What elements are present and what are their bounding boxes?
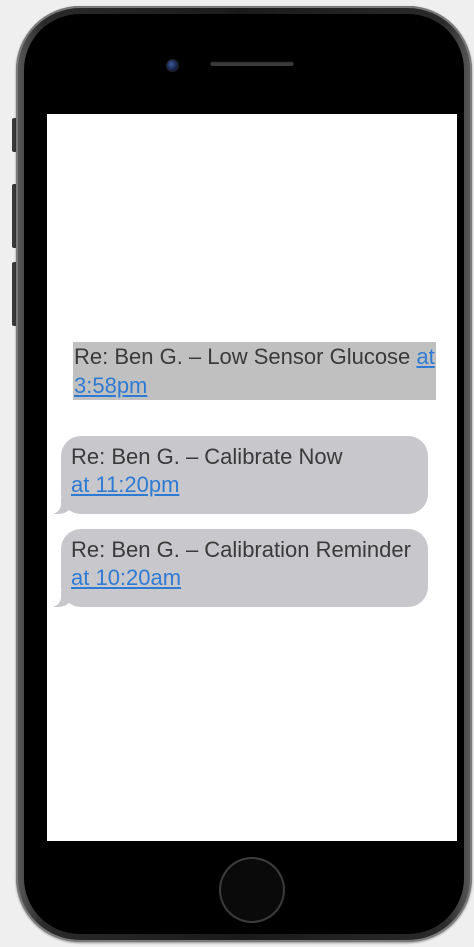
front-camera-icon: [167, 60, 178, 71]
phone-screen: Re: Ben G. – Low Sensor Glucose at 3:58p…: [47, 114, 457, 841]
message-time-link[interactable]: at 10:20am: [71, 565, 181, 590]
message-text: Re: Ben G. – Low Sensor Glucose: [74, 344, 417, 369]
message-calibration-reminder[interactable]: Re: Ben G. – Calibration Reminder at 10:…: [47, 529, 428, 607]
home-button[interactable]: [221, 859, 283, 921]
message-text: Re: Ben G. – Calibrate Now: [71, 444, 343, 469]
message-text: Re: Ben G. – Calibration Reminder: [71, 537, 411, 562]
earpiece-speaker: [210, 61, 294, 66]
stage: Re: Ben G. – Low Sensor Glucose at 3:58p…: [0, 0, 474, 947]
message-calibrate-now[interactable]: Re: Ben G. – Calibrate Now at 11:20pm: [47, 436, 428, 514]
message-time-link[interactable]: at 11:20pm: [71, 472, 179, 497]
message-low-sensor-glucose[interactable]: Re: Ben G. – Low Sensor Glucose at 3:58p…: [73, 342, 436, 400]
